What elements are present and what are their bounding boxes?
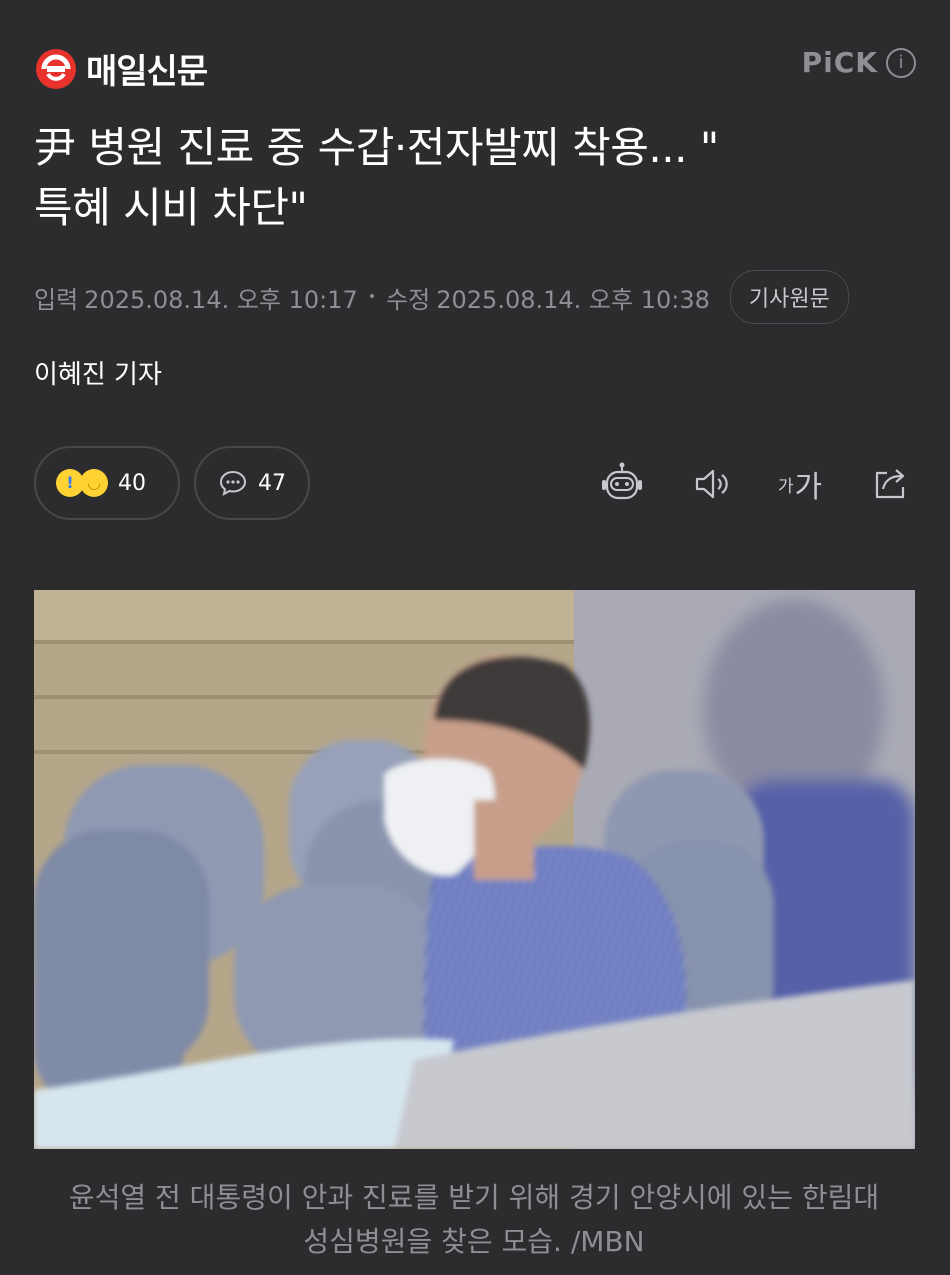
photo-illustration [34, 590, 915, 1149]
modified-label: 수정 [386, 285, 431, 314]
text-to-speech-icon[interactable] [688, 460, 736, 508]
caption-line-1: 윤석열 전 대통령이 안과 진료를 받기 위해 경기 안양시에 있는 한림대 [68, 1181, 880, 1214]
font-large-label: 가 [794, 470, 823, 505]
smile-emoji-icon: ◡ [80, 469, 108, 497]
brand-logo-icon [36, 48, 76, 89]
original-article-button[interactable]: 기사원문 [729, 270, 849, 324]
article-headline: 尹 병원 진료 중 수갑·전자발찌 착용... " 특혜 시비 차단" [34, 118, 914, 238]
font-small-label: 가 [777, 476, 794, 497]
pick-badge[interactable]: PiCK i [802, 46, 916, 79]
reaction-button[interactable]: ! ◡ 40 [34, 446, 180, 520]
comment-count: 47 [258, 470, 286, 496]
photo-caption: 윤석열 전 대통령이 안과 진료를 받기 위해 경기 안양시에 있는 한림대 성… [34, 1176, 914, 1264]
share-icon[interactable] [866, 460, 914, 508]
comment-icon [219, 470, 247, 496]
comment-button[interactable]: 47 [194, 446, 310, 520]
info-icon[interactable]: i [886, 47, 916, 78]
brand-name: 매일신문 [86, 52, 208, 92]
meta-separator: • [367, 289, 377, 305]
caption-line-2: 성심병원을 찾은 모습. /MBN [303, 1225, 645, 1258]
article-photo[interactable] [34, 590, 915, 1149]
reporter-name[interactable]: 이혜진 기자 [34, 354, 162, 391]
app-header: 매일신문 PiCK i [0, 0, 950, 120]
published-label: 입력 [34, 285, 79, 314]
summary-bot-icon[interactable] [598, 460, 646, 508]
modified-time: 2025.08.14. 오후 10:38 [436, 285, 710, 314]
font-size-icon[interactable]: 가가 [776, 460, 824, 508]
headline-line-1: 尹 병원 진료 중 수갑·전자발찌 착용... " [34, 123, 719, 172]
article-meta: 입력 2025.08.14. 오후 10:17 • 수정 2025.08.14.… [34, 270, 914, 324]
published-time: 2025.08.14. 오후 10:17 [84, 285, 358, 314]
headline-line-2: 특혜 시비 차단" [34, 183, 308, 232]
article-action-bar: ! ◡ 40 47 가가 [34, 446, 914, 522]
reaction-count: 40 [118, 470, 146, 496]
brand-logo[interactable]: 매일신문 [34, 44, 208, 93]
pick-label: PiCK [801, 46, 878, 79]
